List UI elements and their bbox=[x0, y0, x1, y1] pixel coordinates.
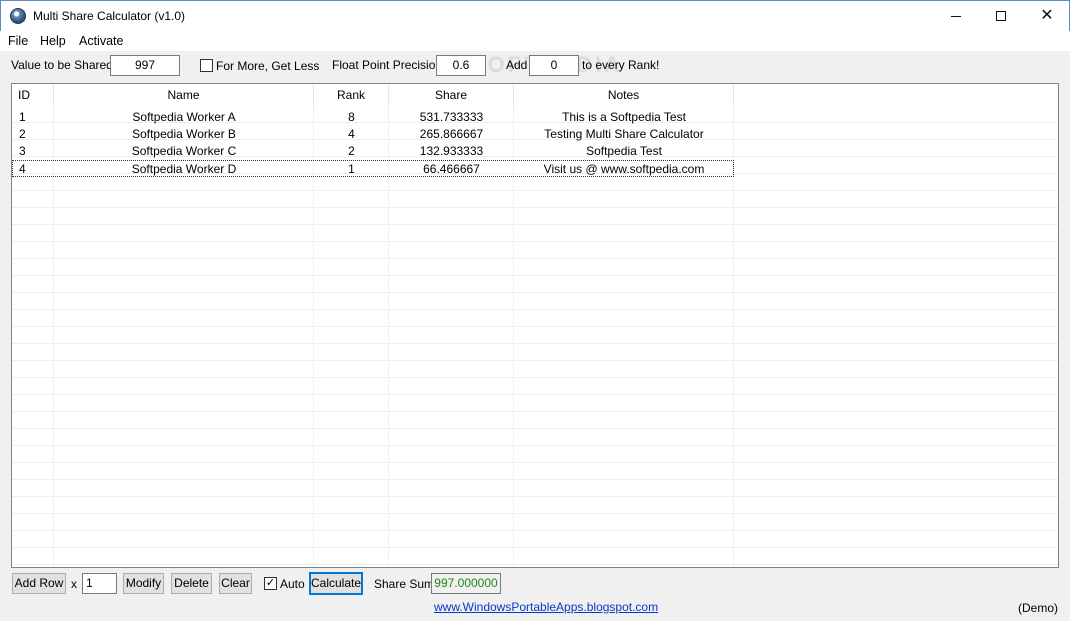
auto-label: Auto bbox=[280, 577, 305, 591]
clear-button[interactable]: Clear bbox=[219, 573, 252, 594]
maximize-icon bbox=[996, 11, 1006, 21]
cell-id: 1 bbox=[19, 110, 26, 124]
cell-share: 531.733333 bbox=[419, 110, 484, 124]
close-icon: ✕ bbox=[1040, 7, 1054, 24]
cell-rank: 1 bbox=[348, 162, 355, 176]
cell-rank: 2 bbox=[348, 144, 355, 158]
cell-rank: 8 bbox=[348, 110, 355, 124]
demo-status: (Demo) bbox=[1017, 601, 1058, 615]
column-header-id[interactable]: ID bbox=[12, 84, 54, 106]
cell-notes: Softpedia Test bbox=[586, 144, 662, 158]
cell-share: 265.866667 bbox=[419, 127, 484, 141]
cell-name: Softpedia Worker B bbox=[132, 127, 236, 141]
title-bar: Multi Share Calculator (v1.0) ✕ bbox=[0, 0, 1070, 31]
delete-button[interactable]: Delete bbox=[171, 573, 212, 594]
table-row[interactable]: 1 Softpedia Worker A 8 531.733333 This i… bbox=[12, 109, 734, 126]
cell-share: 66.466667 bbox=[423, 162, 480, 176]
for-more-checkbox[interactable] bbox=[200, 59, 213, 72]
menu-help[interactable]: Help bbox=[40, 34, 66, 48]
table-row[interactable]: 3 Softpedia Worker C 2 132.933333 Softpe… bbox=[12, 143, 734, 160]
cell-id: 3 bbox=[19, 144, 26, 158]
calculate-button[interactable]: Calculate bbox=[309, 572, 363, 595]
table-row-selected[interactable]: 4 Softpedia Worker D 1 66.466667 Visit u… bbox=[12, 160, 734, 177]
cell-notes: This is a Softpedia Test bbox=[562, 110, 686, 124]
cell-name: Softpedia Worker D bbox=[131, 162, 237, 176]
add-suffix-label: to every Rank! bbox=[582, 58, 660, 72]
menu-activate[interactable]: Activate bbox=[79, 34, 123, 48]
add-label: Add bbox=[506, 58, 528, 72]
cell-rank: 4 bbox=[348, 127, 355, 141]
add-input[interactable]: 0 bbox=[529, 55, 579, 76]
column-header-share[interactable]: Share bbox=[389, 84, 514, 106]
checkmark-icon: ✓ bbox=[265, 577, 276, 589]
cell-notes: Testing Multi Share Calculator bbox=[544, 127, 704, 141]
cell-name: Softpedia Worker A bbox=[132, 110, 236, 124]
share-sum-label: Share Sum bbox=[374, 577, 435, 591]
menu-bar: File Help Activate bbox=[0, 31, 1070, 51]
window-title: Multi Share Calculator (v1.0) bbox=[33, 9, 186, 23]
cell-notes: Visit us @ www.softpedia.com bbox=[543, 162, 705, 176]
share-sum-value: 997.000000 bbox=[431, 573, 501, 594]
maximize-button[interactable] bbox=[978, 1, 1024, 31]
column-header-rank[interactable]: Rank bbox=[314, 84, 389, 106]
precision-input[interactable]: 0.6 bbox=[436, 55, 486, 76]
close-button[interactable]: ✕ bbox=[1024, 1, 1070, 31]
app-icon bbox=[10, 8, 26, 24]
minimize-icon bbox=[951, 15, 961, 17]
column-header-notes[interactable]: Notes bbox=[514, 84, 734, 106]
add-row-button[interactable]: Add Row bbox=[12, 573, 66, 594]
cell-id: 4 bbox=[19, 162, 26, 176]
row-count-input[interactable]: 1 bbox=[82, 573, 117, 594]
cell-name: Softpedia Worker C bbox=[131, 144, 237, 158]
grid-header: ID Name Rank Share Notes bbox=[12, 84, 1058, 106]
menu-file[interactable]: File bbox=[8, 34, 28, 48]
cell-id: 2 bbox=[19, 127, 26, 141]
auto-checkbox[interactable]: ✓ bbox=[264, 577, 277, 590]
multiplier-label: x bbox=[71, 577, 77, 591]
cell-share: 132.933333 bbox=[419, 144, 484, 158]
modify-button[interactable]: Modify bbox=[123, 573, 164, 594]
value-label: Value to be Shared: bbox=[11, 58, 117, 72]
website-link[interactable]: www.WindowsPortableApps.blogspot.com bbox=[434, 600, 658, 614]
column-header-name[interactable]: Name bbox=[54, 84, 314, 106]
table-row[interactable]: 2 Softpedia Worker B 4 265.866667 Testin… bbox=[12, 126, 734, 143]
precision-label: Float Point Precision: bbox=[332, 58, 446, 72]
for-more-label: For More, Get Less bbox=[216, 59, 320, 73]
shares-grid[interactable]: ID Name Rank Share Notes 1 Softpedia Wor… bbox=[11, 83, 1059, 568]
value-input[interactable]: 997 bbox=[110, 55, 180, 76]
minimize-button[interactable] bbox=[933, 1, 979, 31]
